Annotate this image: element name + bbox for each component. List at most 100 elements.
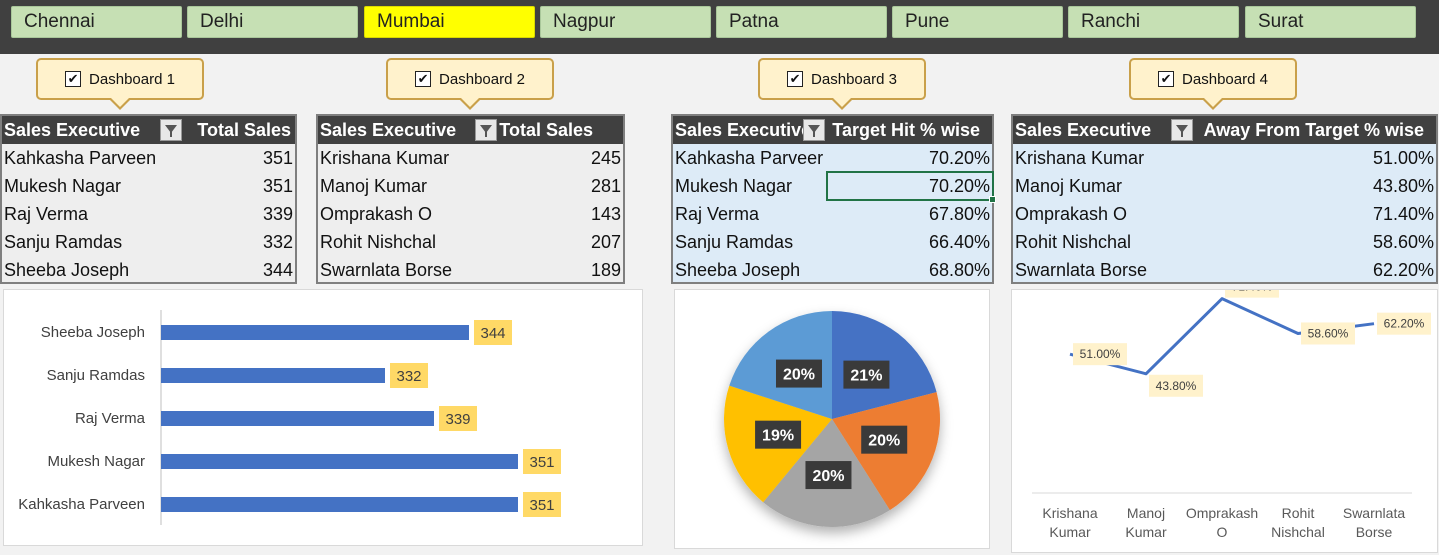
line-category-label: Krishana bbox=[1042, 505, 1097, 521]
line-category-label: Kumar bbox=[1049, 524, 1091, 540]
line-data-label: 43.80% bbox=[1156, 379, 1197, 393]
cell-value: 58.60% bbox=[1372, 232, 1434, 252]
pivot-table-4: Sales Executive Away From Target % wise … bbox=[1011, 114, 1438, 284]
table-row[interactable]: Krishana Kumar 51.00% bbox=[1013, 144, 1436, 172]
header-sales-executive: Sales Executive bbox=[1015, 120, 1152, 140]
cell-name: Manoj Kumar bbox=[320, 176, 428, 196]
cell-value: 43.80% bbox=[1372, 176, 1434, 196]
cell-value: 339 bbox=[262, 204, 293, 224]
city-slicer: Chennai Delhi Mumbai Nagpur Patna Pune R… bbox=[0, 0, 1439, 54]
cell-value: 351 bbox=[262, 148, 293, 168]
table-row[interactable]: Swarnlata Borse 189 bbox=[318, 256, 623, 284]
table-row[interactable]: Rohit Nishchal 207 bbox=[318, 228, 623, 256]
table-row[interactable]: Sheeba Joseph 344 bbox=[2, 256, 295, 284]
slicer-item-mumbai[interactable]: Mumbai bbox=[364, 6, 535, 38]
slicer-item-ranchi[interactable]: Ranchi bbox=[1068, 6, 1239, 38]
filter-icon[interactable] bbox=[803, 119, 825, 141]
header-total-sales: Total Sales bbox=[197, 120, 291, 140]
header-target-hit: Target Hit % wise bbox=[832, 120, 980, 140]
table-row[interactable]: Kahkasha Parveen 351 bbox=[2, 144, 295, 172]
pie-data-label: 20% bbox=[783, 367, 815, 384]
header-sales-executive: Sales Executive bbox=[4, 120, 141, 140]
table-header: Sales Executive Away From Target % wise bbox=[1013, 116, 1436, 144]
line-data-label: 71.40% bbox=[1232, 290, 1273, 294]
pie-data-label: 21% bbox=[850, 368, 882, 385]
slicer-item-surat[interactable]: Surat bbox=[1245, 6, 1416, 38]
cell-value: 71.40% bbox=[1372, 204, 1434, 224]
filter-icon[interactable] bbox=[475, 119, 497, 141]
cell-name: Omprakash O bbox=[1015, 204, 1128, 224]
bar-category-label: Sanju Ramdas bbox=[47, 367, 145, 384]
cell-name: Mukesh Nagar bbox=[675, 176, 793, 196]
dashboard-1-callout[interactable]: ✔ Dashboard 1 bbox=[36, 58, 204, 110]
cell-name: Kahkasha Parveen bbox=[4, 148, 157, 168]
cell-name: Sheeba Joseph bbox=[675, 260, 801, 280]
active-cell-selection[interactable] bbox=[826, 171, 996, 203]
cell-name: Mukesh Nagar bbox=[4, 176, 122, 196]
table-row[interactable]: Rohit Nishchal 58.60% bbox=[1013, 228, 1436, 256]
table-row[interactable]: Omprakash O 143 bbox=[318, 200, 623, 228]
table-row[interactable]: Raj Verma 67.80% bbox=[673, 200, 992, 228]
cell-value: 351 bbox=[262, 176, 293, 196]
dashboard-2-label: Dashboard 2 bbox=[439, 70, 525, 88]
slicer-item-chennai[interactable]: Chennai bbox=[11, 6, 182, 38]
dashboard-3-label: Dashboard 3 bbox=[811, 70, 897, 88]
dashboard-3-callout[interactable]: ✔ Dashboard 3 bbox=[758, 58, 926, 110]
cell-name: Krishana Kumar bbox=[1015, 148, 1145, 168]
dashboard-3-checkbox[interactable]: ✔ bbox=[787, 71, 804, 87]
dashboard-2-checkbox[interactable]: ✔ bbox=[415, 71, 432, 87]
cell-value: 66.40% bbox=[928, 232, 990, 252]
dashboard-2-callout[interactable]: ✔ Dashboard 2 bbox=[386, 58, 554, 110]
table-row[interactable]: Swarnlata Borse 62.20% bbox=[1013, 256, 1436, 284]
table-row[interactable]: Sanju Ramdas 66.40% bbox=[673, 228, 992, 256]
dashboard-1-checkbox[interactable]: ✔ bbox=[65, 71, 82, 87]
line-category-label: Rohit bbox=[1282, 505, 1315, 521]
pie-group bbox=[724, 311, 940, 527]
cell-name: Sheeba Joseph bbox=[4, 260, 130, 280]
bar-chart-panel[interactable]: Sheeba Joseph 344 Sanju Ramdas 332 Raj Verma… bbox=[3, 289, 643, 546]
slicer-item-patna[interactable]: Patna bbox=[716, 6, 887, 38]
cell-name: Swarnlata Borse bbox=[320, 260, 453, 280]
slicer-item-delhi[interactable]: Delhi bbox=[187, 6, 358, 38]
pie-data-label: 20% bbox=[812, 468, 844, 485]
dashboard-root: Chennai Delhi Mumbai Nagpur Patna Pune R… bbox=[0, 0, 1439, 555]
slicer-item-pune[interactable]: Pune bbox=[892, 6, 1063, 38]
table-row[interactable]: Manoj Kumar 43.80% bbox=[1013, 172, 1436, 200]
dashboard-4-checkbox[interactable]: ✔ bbox=[1158, 71, 1175, 87]
cell-value: 245 bbox=[590, 148, 621, 168]
cell-value: 281 bbox=[590, 176, 621, 196]
table-row[interactable]: Sanju Ramdas 332 bbox=[2, 228, 295, 256]
cell-name: Sanju Ramdas bbox=[4, 232, 123, 252]
table-row[interactable]: Kahkasha Parveer 70.20% bbox=[673, 144, 992, 172]
filter-icon[interactable] bbox=[160, 119, 182, 141]
line-data-label: 58.60% bbox=[1308, 326, 1349, 340]
table-header: Sales Executive Target Hit % wise bbox=[673, 116, 992, 144]
pie-chart-panel[interactable]: 21% 20% 20% 19% 20% bbox=[674, 289, 990, 549]
table-row[interactable]: Manoj Kumar 281 bbox=[318, 172, 623, 200]
line-category-label: Kumar bbox=[1125, 524, 1167, 540]
table-row[interactable]: Omprakash O 71.40% bbox=[1013, 200, 1436, 228]
dashboard-1-label: Dashboard 1 bbox=[89, 70, 175, 88]
table-row[interactable]: Krishana Kumar 245 bbox=[318, 144, 623, 172]
header-total-sales: Total Sales bbox=[499, 120, 593, 140]
table-row[interactable]: Mukesh Nagar 351 bbox=[2, 172, 295, 200]
line-category-label: Swarnlata bbox=[1343, 505, 1405, 521]
cell-value: 67.80% bbox=[928, 204, 990, 224]
dashboard-4-label: Dashboard 4 bbox=[1182, 70, 1268, 88]
pivot-table-2: Sales Executive Total Sales Krishana Kum… bbox=[316, 114, 625, 284]
pivot-table-3: Sales Executive Target Hit % wise Kahkas… bbox=[671, 114, 996, 284]
cell-value: 62.20% bbox=[1372, 260, 1434, 280]
bar bbox=[161, 454, 518, 469]
bar-category-label: Sheeba Joseph bbox=[41, 324, 145, 341]
dashboard-4-callout[interactable]: ✔ Dashboard 4 bbox=[1129, 58, 1297, 110]
table-row[interactable]: Sheeba Joseph 68.80% bbox=[673, 256, 992, 284]
filter-icon[interactable] bbox=[1171, 119, 1193, 141]
cell-value: 189 bbox=[590, 260, 621, 280]
pivot-table-1: Sales Executive Total Sales Kahkasha Par… bbox=[0, 114, 297, 284]
cell-name: Krishana Kumar bbox=[320, 148, 450, 168]
cell-value: 143 bbox=[590, 204, 621, 224]
table-row[interactable]: Raj Verma 339 bbox=[2, 200, 295, 228]
line-chart-panel[interactable]: 51.00% 43.80% 71.40% 58.60% 62.20% Krishana Ku… bbox=[1011, 275, 1438, 553]
cell-value: 68.80% bbox=[928, 260, 990, 280]
slicer-item-nagpur[interactable]: Nagpur bbox=[540, 6, 711, 38]
